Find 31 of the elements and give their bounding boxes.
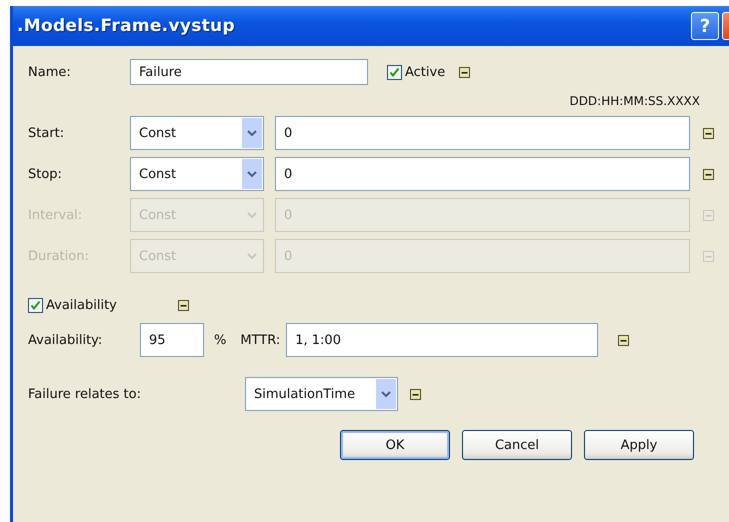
minus-icon[interactable]	[459, 66, 470, 78]
checkbox[interactable]	[28, 298, 43, 312]
checkbox-label: Active	[405, 64, 446, 80]
minus-icon[interactable]	[618, 334, 630, 346]
mttr-field[interactable]: 1, 1:00	[286, 323, 598, 357]
field-label: Availability:	[28, 332, 104, 348]
mode-dropdown[interactable]: Const	[130, 157, 264, 191]
time-field[interactable]: 0	[275, 157, 690, 191]
mode-dropdown[interactable]: Const	[130, 116, 264, 150]
availability-field[interactable]: 95	[140, 323, 204, 357]
field-label: Name:	[28, 64, 72, 80]
minus-icon[interactable]	[703, 128, 714, 138]
minus-icon[interactable]	[178, 300, 189, 310]
dialog-button[interactable]: Cancel	[462, 430, 572, 460]
unit-label: %	[214, 332, 226, 348]
field-label: MTTR:	[240, 332, 280, 348]
time-field[interactable]: 0	[275, 116, 690, 150]
dialog-button[interactable]: Apply	[584, 430, 694, 460]
help-button[interactable]: ?	[691, 12, 719, 40]
dialog-button[interactable]: OK	[340, 430, 450, 460]
checkbox[interactable]	[387, 64, 402, 80]
format-hint: DDD:HH:MM:SS.XXXX	[569, 94, 700, 110]
relates-dropdown[interactable]: SimulationTime	[245, 377, 398, 411]
checkbox-label: Availability	[46, 298, 117, 312]
name-field[interactable]: Failure	[130, 59, 368, 85]
field-label: Failure relates to:	[28, 386, 142, 402]
field-label: Start:	[28, 126, 66, 140]
minus-icon[interactable]	[703, 168, 714, 180]
minus-icon[interactable]	[410, 388, 421, 400]
field-label: Stop:	[28, 166, 63, 182]
window-title: .Models.Frame.vystup	[17, 16, 236, 36]
